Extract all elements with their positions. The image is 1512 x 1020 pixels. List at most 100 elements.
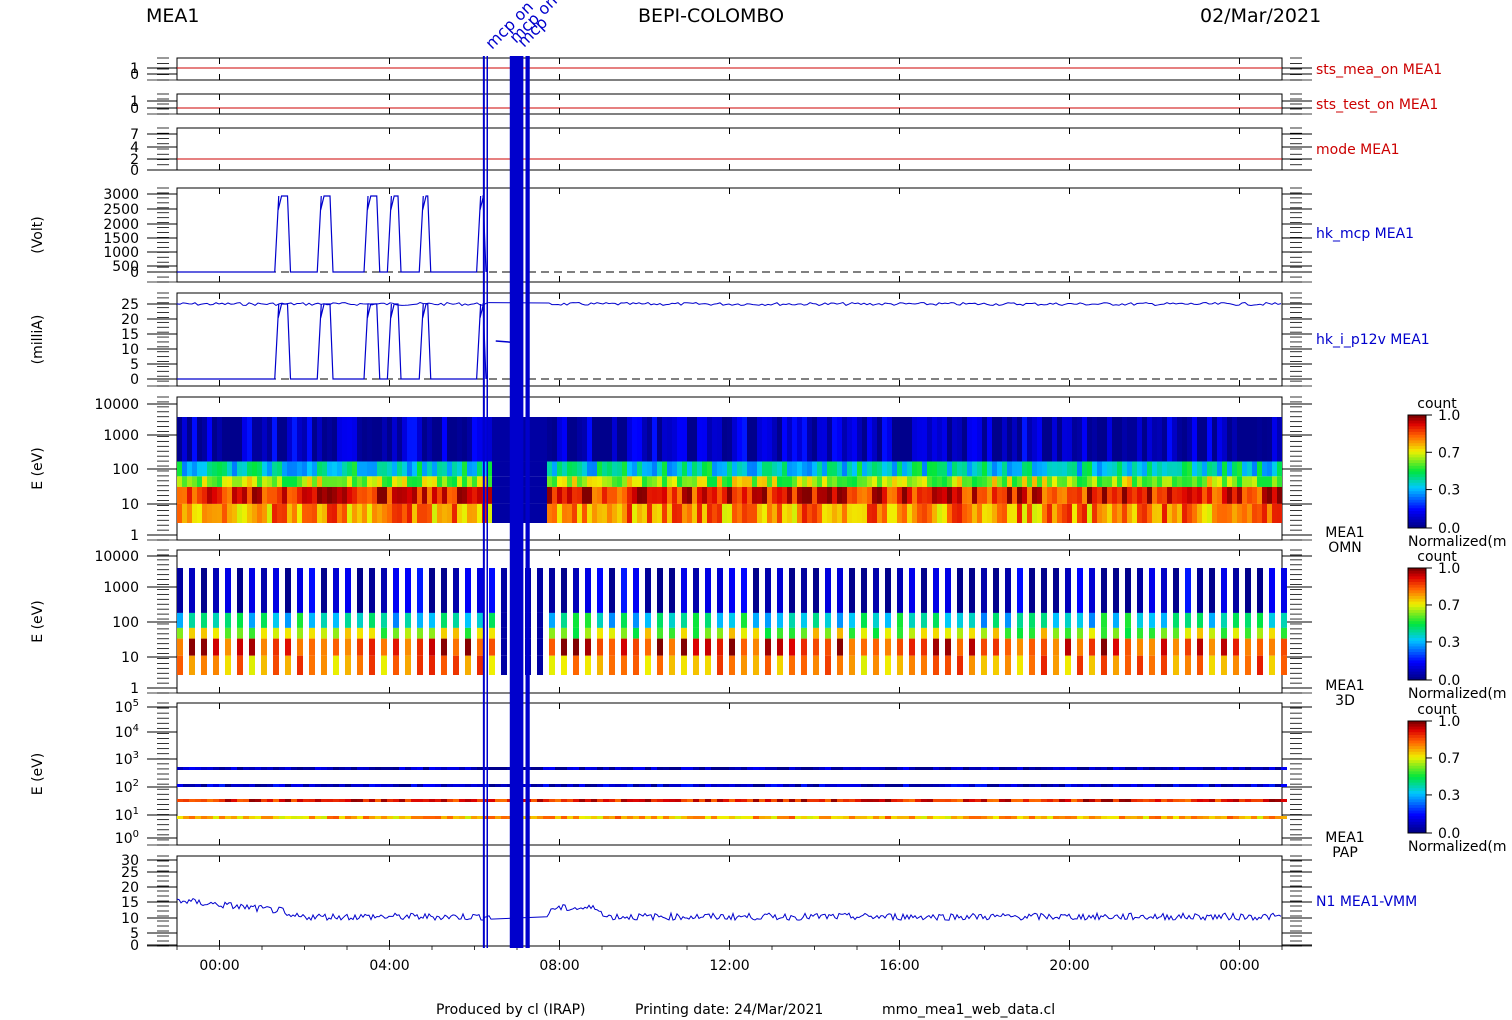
spectrogram-cell [832, 486, 837, 504]
pap-cell [291, 816, 297, 819]
spectrogram-cell [309, 612, 315, 628]
spectrogram-cell [1007, 503, 1012, 523]
spectrogram-cell [321, 627, 327, 639]
spectrogram-cell [1197, 476, 1202, 487]
pap-cell [567, 784, 573, 787]
pap-cell [711, 816, 717, 819]
spectrogram-cell [1047, 417, 1052, 462]
spectrogram-cell [357, 655, 363, 675]
spectrogram-cell [1067, 417, 1072, 462]
pap-cell [1239, 816, 1245, 819]
spectrogram-cell [1089, 627, 1095, 639]
spectrogram-cell [1182, 486, 1187, 504]
pap-cell [333, 767, 339, 770]
spectrogram-cell [602, 486, 607, 504]
spectrogram-cell [765, 568, 771, 613]
spectrogram-cell [862, 503, 867, 523]
spectrogram-cell [1157, 486, 1162, 504]
spectrogram-cell [1012, 503, 1017, 523]
pap-cell [603, 799, 609, 802]
spectrogram-cell [741, 627, 747, 639]
spectrogram-cell [442, 417, 447, 462]
spectrogram-cell [561, 568, 567, 613]
spectrogram-cell [707, 417, 712, 462]
spectrogram-cell [1101, 655, 1107, 675]
spectrogram-cell [502, 417, 507, 462]
pap-cell [363, 767, 369, 770]
spectrogram-cell [1053, 568, 1059, 613]
spectrogram-cell [552, 476, 557, 487]
panel-name-line-1: MEA1 [1325, 525, 1364, 541]
spectrogram-cell [747, 476, 752, 487]
spectrogram-cell [1222, 461, 1227, 477]
spectrogram-cell [462, 461, 467, 477]
pap-cell [633, 799, 639, 802]
spectrogram-cell [362, 503, 367, 523]
spectrogram-cell [909, 568, 915, 613]
spectrogram-cell [727, 486, 732, 504]
spectrogram-cell [717, 486, 722, 504]
spectrogram-cell [337, 476, 342, 487]
spectrogram-cell [789, 612, 795, 628]
spectrogram-cell [652, 461, 657, 477]
spectrogram-cell [757, 417, 762, 462]
spectrogram-cell [945, 655, 951, 675]
spectrogram-cell [182, 461, 187, 477]
spectrogram-cell [1202, 461, 1207, 477]
spectrogram-cell [327, 476, 332, 487]
spectrogram-cell [1149, 612, 1155, 628]
spectrogram-cell [765, 655, 771, 675]
spectrogram-cell [577, 476, 582, 487]
spectrogram-cell [1117, 503, 1122, 523]
spectrogram-cell [437, 503, 442, 523]
spectrogram-cell [812, 417, 817, 462]
pap-cell [753, 784, 759, 787]
spectrogram-cell [932, 476, 937, 487]
spectrogram-cell [682, 503, 687, 523]
spectrogram-cell [609, 627, 615, 639]
pap-cell [561, 816, 567, 819]
pap-cell [381, 767, 387, 770]
pap-cell [273, 799, 279, 802]
spectrogram-cell [1177, 417, 1182, 462]
spectrogram-cell [687, 503, 692, 523]
panel-4: 300025002000150010005000(Volt) hk_mcp MEA… [30, 187, 1414, 283]
spectrogram-cell [1089, 568, 1095, 613]
pap-cell [1209, 767, 1215, 770]
spectrogram-cell [1147, 476, 1152, 487]
spectrogram-cell [902, 417, 907, 462]
spectrogram-cell [317, 461, 322, 477]
spectrogram-cell [1269, 655, 1275, 675]
spectrogram-cell [801, 627, 807, 639]
spectrogram-cell [442, 503, 447, 523]
spectrogram-cell [1202, 503, 1207, 523]
pap-cell [1233, 767, 1239, 770]
spectrogram-cell [877, 476, 882, 487]
pap-cell [1281, 799, 1287, 802]
spectrogram-cell [847, 503, 852, 523]
pap-cell [873, 767, 879, 770]
pap-cell [927, 799, 933, 802]
spectrogram-cell [381, 655, 387, 675]
spectrogram-cell [1272, 417, 1277, 462]
spectrogram-cell [187, 486, 192, 504]
spectrogram-cell [252, 461, 257, 477]
y-tick-exponent: 4 [133, 723, 139, 734]
current-trace [176, 301, 1282, 307]
pap-cell [279, 767, 285, 770]
pap-cell [771, 816, 777, 819]
pap-cell [177, 799, 183, 802]
spectrogram-cell [1122, 503, 1127, 523]
spectrogram-cell [537, 503, 542, 523]
spectrogram-cell [422, 503, 427, 523]
spectrogram-cell [677, 476, 682, 487]
pap-cell [861, 784, 867, 787]
spectrogram-cell [557, 461, 562, 477]
pap-cell [789, 816, 795, 819]
pap-cell [1185, 816, 1191, 819]
spectrogram-cell [765, 612, 771, 628]
spectrogram-cell [1122, 417, 1127, 462]
spectrogram-cell [1233, 655, 1239, 675]
spectrogram-cell [345, 568, 351, 613]
spectrogram-cell [1142, 476, 1147, 487]
